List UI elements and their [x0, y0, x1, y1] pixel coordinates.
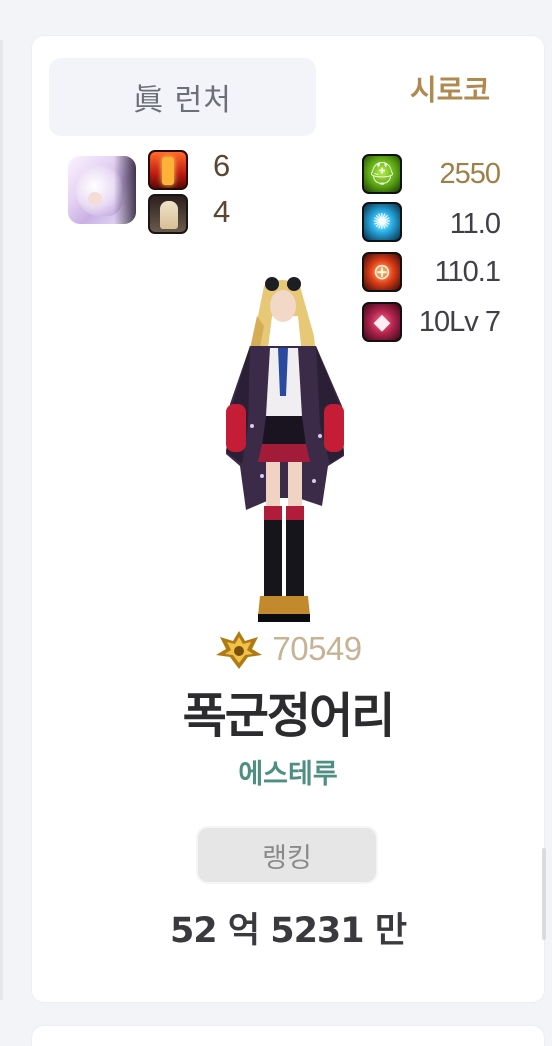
gold-amount: 52 억 5231 만	[169, 911, 407, 951]
character-card[interactable]: 眞 런처 시로코 6 4 ⛑ 2550 ✺ 11.0 ⊕ 110.1 ◆ 10L…	[32, 36, 544, 1002]
character-name[interactable]: 폭군정어리	[32, 676, 544, 746]
awakening-job-link[interactable]: 시로코	[410, 68, 500, 108]
avatar-shade	[114, 156, 136, 224]
guild-name[interactable]: 에스테루	[32, 752, 544, 791]
portrait-card-icon	[148, 194, 188, 234]
flame-card-count: 6	[213, 148, 231, 183]
character-sprite	[226, 277, 344, 622]
portrait-head	[160, 201, 178, 229]
portrait-card-count: 4	[213, 194, 231, 229]
fame-value: 70549	[272, 630, 362, 667]
class-title[interactable]: 眞 런처	[49, 58, 316, 136]
avatar-face	[88, 192, 102, 206]
flame-card-icon	[148, 150, 188, 190]
avatar[interactable]	[68, 156, 136, 224]
next-card[interactable]	[32, 1026, 544, 1046]
stat-value-4: 10Lv 7	[418, 306, 501, 338]
stat-value-3: 110.1	[434, 256, 501, 288]
stat-value-2: 11.0	[449, 208, 501, 240]
scrollbar[interactable]	[542, 848, 546, 940]
fame-row: 70549	[32, 626, 544, 672]
stat-value-1: 2550	[439, 158, 501, 190]
left-panel-edge	[0, 40, 3, 1000]
ranking-button[interactable]: 랭킹	[198, 828, 376, 882]
flame-glow	[162, 157, 174, 185]
fame-icon	[216, 631, 263, 669]
